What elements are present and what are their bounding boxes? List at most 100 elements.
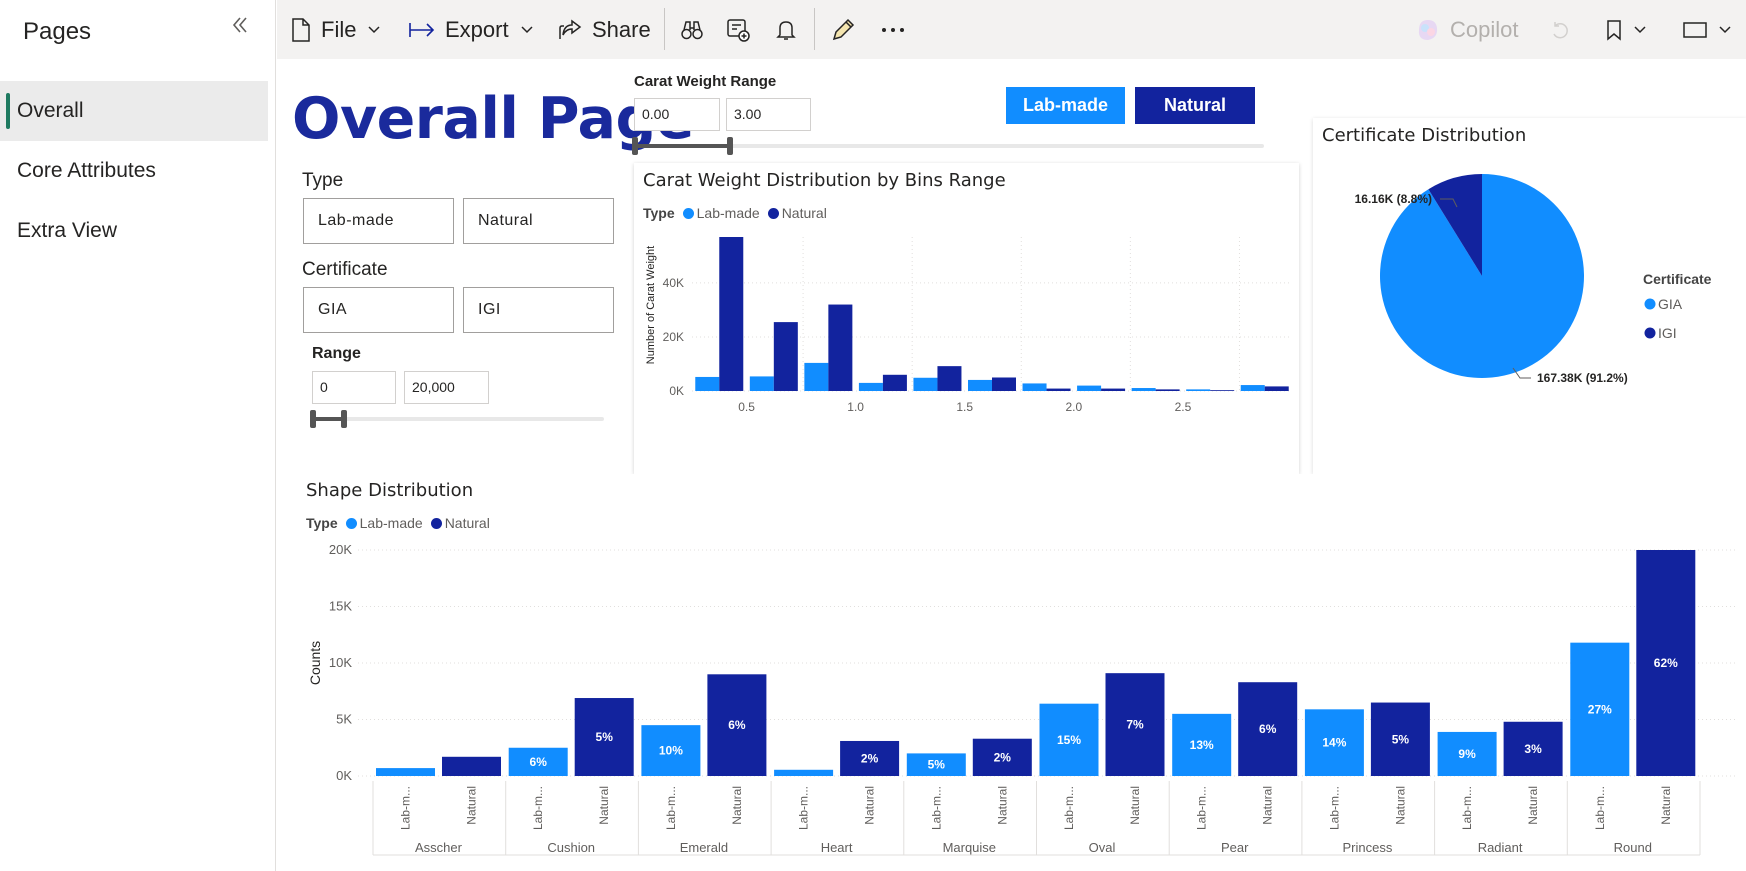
y-tick-label: 0K — [669, 384, 684, 398]
certificate-chart-title: Certificate Distribution — [1322, 125, 1527, 146]
certificate-option-gia[interactable]: GIA — [303, 287, 454, 333]
legend-title: Certificate — [1643, 271, 1712, 287]
carat-max-input[interactable]: 3.00 — [726, 98, 811, 131]
type-option-natural[interactable]: Natural — [463, 198, 614, 244]
x-sub-tick-label: Natural — [465, 786, 479, 825]
x-sub-tick-label: Lab-m... — [929, 786, 943, 830]
x-sub-tick-label: Lab-m... — [399, 786, 413, 830]
range-slider-min-handle[interactable] — [310, 410, 316, 428]
range-slicer-label: Range — [312, 345, 361, 362]
x-sub-tick-label: Natural — [1659, 786, 1673, 825]
carat-slider-min-handle[interactable] — [632, 137, 638, 155]
legend-label: Lab-made — [696, 205, 760, 221]
undo-icon[interactable] — [1550, 0, 1570, 59]
bar-lab-made — [1186, 389, 1211, 391]
x-category-label: Princess — [1342, 840, 1392, 855]
shape-distribution-bar-chart: 0K 5K 10K 15K 20K Counts Lab-m... Natural Assche… — [307, 542, 1738, 856]
range-max-input[interactable]: 20,000 — [404, 371, 489, 404]
x-category-label: Pear — [1221, 840, 1249, 855]
copilot-button[interactable]: Copilot — [1416, 0, 1518, 59]
x-category-label: Heart — [821, 840, 853, 855]
file-icon — [291, 17, 311, 42]
data-label: 6% — [728, 718, 746, 732]
range-slider-max-handle[interactable] — [341, 410, 347, 428]
type-option-lab-made[interactable]: Lab-made — [303, 198, 454, 244]
legend-marker — [1644, 298, 1656, 310]
legend-item-lab-made[interactable]: Lab-made — [682, 205, 760, 221]
toolbar: File Export Share Copilot — [277, 0, 1746, 59]
legend-item-natural[interactable]: Natural — [430, 515, 490, 531]
bell-icon[interactable] — [776, 0, 796, 59]
bookmark-menu[interactable] — [1606, 0, 1646, 59]
data-label: 15% — [1057, 733, 1081, 747]
x-sub-tick-label: Lab-m... — [797, 786, 811, 830]
x-tick-label: 2.5 — [1175, 400, 1192, 414]
bar-natural — [828, 304, 853, 391]
certificate-pie-chart: 16.16K (8.8%) 167.38K (91.2%) Certificate G… — [1355, 174, 1712, 385]
x-sub-tick-label: Lab-m... — [1593, 786, 1607, 830]
bar-lab-made — [774, 769, 834, 776]
export-menu[interactable]: Export — [409, 0, 533, 59]
x-category-label: Oval — [1089, 840, 1116, 855]
export-icon — [409, 20, 435, 40]
y-tick-label: 15K — [329, 599, 352, 614]
page-nav-overall[interactable]: Overall — [0, 81, 268, 141]
range-min-input[interactable]: 0 — [312, 371, 396, 404]
y-axis-label: Number of Carat Weight — [645, 246, 657, 364]
legend-item-natural[interactable]: Natural — [767, 205, 827, 221]
legend-marker — [1644, 327, 1656, 339]
y-tick-label: 5K — [336, 712, 352, 727]
legend-marker — [430, 517, 442, 529]
x-sub-tick-label: Natural — [730, 786, 744, 825]
chevron-double-left-icon[interactable] — [226, 14, 254, 42]
data-label: 13% — [1190, 738, 1214, 752]
carat-slider-max-handle[interactable] — [727, 137, 733, 155]
natural-button[interactable]: Natural — [1135, 87, 1255, 124]
page-nav-extra-view[interactable]: Extra View — [0, 201, 268, 261]
carat-min-input[interactable]: 0.00 — [634, 98, 720, 131]
legend-item-lab-made[interactable]: Lab-made — [345, 515, 423, 531]
data-label: 9% — [1458, 747, 1476, 761]
file-menu[interactable]: File — [291, 0, 380, 59]
x-tick-label: 1.0 — [847, 400, 864, 414]
binoculars-icon[interactable] — [681, 0, 703, 59]
data-label: 14% — [1322, 736, 1346, 750]
bar-lab-made — [1077, 385, 1102, 391]
page-nav-core-attributes[interactable]: Core Attributes — [0, 141, 268, 201]
chevron-down-icon — [1719, 25, 1731, 34]
carat-chart-legend: Type Lab-made Natural — [643, 205, 835, 221]
y-tick-label: 20K — [329, 542, 352, 557]
x-sub-tick-label: Lab-m... — [1460, 786, 1474, 830]
bar-natural — [882, 374, 907, 391]
carat-slider-fill — [634, 144, 730, 148]
bar-natural — [937, 366, 962, 391]
x-sub-tick-label: Natural — [1393, 786, 1407, 825]
more-options-icon[interactable] — [881, 0, 905, 59]
view-icon — [1683, 21, 1707, 39]
x-category-label: Marquise — [943, 840, 996, 855]
data-label: 7% — [1126, 718, 1144, 732]
certificate-option-igi[interactable]: IGI — [463, 287, 614, 333]
lab-made-button[interactable]: Lab-made — [1006, 87, 1125, 124]
pencil-icon[interactable] — [830, 0, 856, 59]
data-label-gia: 167.38K (91.2%) — [1537, 371, 1628, 385]
x-sub-tick-label: Lab-m... — [531, 786, 545, 830]
data-label: 27% — [1588, 702, 1612, 716]
bar-lab-made — [1131, 388, 1156, 391]
range-slider-track[interactable] — [312, 417, 604, 421]
data-label: 5% — [928, 758, 946, 772]
x-sub-tick-label: Natural — [597, 786, 611, 825]
data-label: 5% — [1392, 732, 1410, 746]
data-label: 2% — [994, 750, 1012, 764]
data-label: 10% — [659, 744, 683, 758]
view-menu[interactable] — [1683, 0, 1731, 59]
bookmark-icon — [1606, 19, 1622, 41]
legend-label: Lab-made — [359, 515, 423, 531]
x-sub-tick-label: Natural — [863, 786, 877, 825]
carat-chart-title: Carat Weight Distribution by Bins Range — [643, 170, 1006, 191]
x-sub-tick-label: Lab-m... — [1327, 786, 1341, 830]
comment-add-icon[interactable] — [726, 0, 750, 59]
y-tick-label: 0K — [336, 768, 352, 783]
bar-lab-made — [749, 376, 774, 391]
share-button[interactable]: Share — [558, 0, 651, 59]
